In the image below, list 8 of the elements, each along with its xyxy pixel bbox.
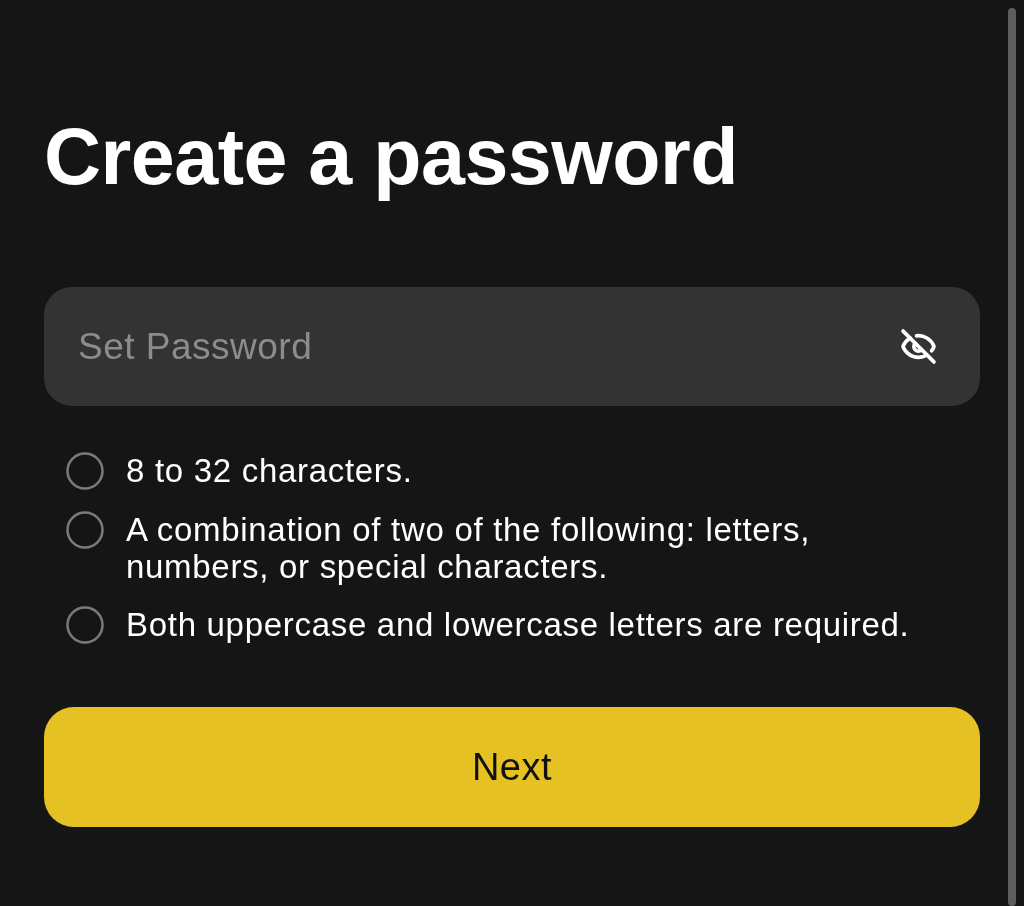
next-button[interactable]: Next [44, 707, 980, 827]
requirement-text: 8 to 32 characters. [126, 452, 413, 489]
eye-off-icon[interactable] [900, 328, 937, 365]
password-field[interactable]: Set Password [44, 287, 980, 406]
requirement-text: A combination of two of the following: letters, numbers, or special characters. [126, 511, 812, 585]
requirement-text: Both uppercase and lowercase letters are required. [126, 606, 910, 643]
scrollbar-thumb[interactable] [1008, 8, 1016, 906]
page-title: Create a password [44, 112, 738, 202]
